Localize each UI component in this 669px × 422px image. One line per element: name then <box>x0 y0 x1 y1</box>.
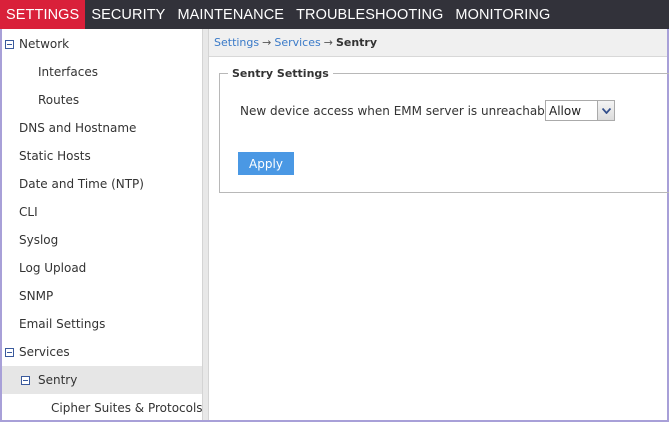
sidebar-item-label: Interfaces <box>38 65 98 79</box>
sidebar-item-label: Services <box>19 345 70 359</box>
breadcrumb-separator: → <box>262 36 272 49</box>
sidebar-item-routes[interactable]: Routes <box>2 86 202 114</box>
breadcrumb-link-settings[interactable]: Settings <box>214 36 259 49</box>
sidebar-item-label: Routes <box>38 93 80 107</box>
sidebar-item-date-time[interactable]: Date and Time (NTP) <box>2 170 202 198</box>
collapse-icon[interactable] <box>5 39 14 49</box>
sidebar-item-label: DNS and Hostname <box>19 121 137 135</box>
tab-maintenance[interactable]: MAINTENANCE <box>171 0 290 29</box>
sidebar-item-sentry[interactable]: Sentry <box>2 366 202 394</box>
sidebar-item-label: Date and Time (NTP) <box>19 177 144 191</box>
tab-monitoring[interactable]: MONITORING <box>449 0 556 29</box>
sidebar-item-static-hosts[interactable]: Static Hosts <box>2 142 202 170</box>
sidebar-item-log-upload[interactable]: Log Upload <box>2 254 202 282</box>
main-content: Settings → Services → Sentry Sentry Sett… <box>209 29 669 420</box>
chevron-down-icon[interactable] <box>597 101 614 120</box>
collapse-icon[interactable] <box>5 347 14 357</box>
sidebar-splitter[interactable] <box>202 29 209 420</box>
breadcrumb: Settings → Services → Sentry <box>209 29 667 57</box>
sidebar-item-label: Sentry <box>38 373 78 387</box>
collapse-icon[interactable] <box>21 375 30 385</box>
sidebar-item-snmp[interactable]: SNMP <box>2 282 202 310</box>
apply-button[interactable]: Apply <box>238 152 294 175</box>
top-navigation: SETTINGS SECURITY MAINTENANCE TROUBLESHO… <box>0 0 669 29</box>
sidebar-item-network[interactable]: Network <box>2 30 202 58</box>
tab-settings[interactable]: SETTINGS <box>0 0 86 29</box>
sidebar-item-label: Network <box>19 37 70 51</box>
sentry-settings-group: Sentry Settings New device access when E… <box>219 67 669 193</box>
sidebar-item-cli[interactable]: CLI <box>2 198 202 226</box>
device-access-label: New device access when EMM server is unr… <box>240 104 564 118</box>
select-value: Allow <box>549 104 582 118</box>
sidebar-item-syslog[interactable]: Syslog <box>2 226 202 254</box>
sidebar-item-cipher-suites[interactable]: Cipher Suites & Protocols <box>2 394 202 420</box>
breadcrumb-separator: → <box>323 36 333 49</box>
group-legend: Sentry Settings <box>228 67 333 80</box>
tab-security[interactable]: SECURITY <box>85 0 171 29</box>
sidebar: Network Interfaces Routes DNS and Hostna… <box>2 29 202 420</box>
device-access-select[interactable]: Allow <box>545 100 615 121</box>
sidebar-item-email-settings[interactable]: Email Settings <box>2 310 202 338</box>
sidebar-item-label: Syslog <box>19 233 59 247</box>
sidebar-item-label: CLI <box>19 205 38 219</box>
sidebar-item-interfaces[interactable]: Interfaces <box>2 58 202 86</box>
sidebar-item-label: Static Hosts <box>19 149 91 163</box>
sidebar-item-label: Log Upload <box>19 261 87 275</box>
sidebar-item-services[interactable]: Services <box>2 338 202 366</box>
sidebar-item-dns-hostname[interactable]: DNS and Hostname <box>2 114 202 142</box>
sidebar-item-label: Cipher Suites & Protocols <box>51 401 202 415</box>
sidebar-item-label: Email Settings <box>19 317 106 331</box>
sidebar-item-label: SNMP <box>19 289 54 303</box>
breadcrumb-current: Sentry <box>335 36 378 49</box>
tab-troubleshooting[interactable]: TROUBLESHOOTING <box>290 0 449 29</box>
breadcrumb-link-services[interactable]: Services <box>274 36 320 49</box>
